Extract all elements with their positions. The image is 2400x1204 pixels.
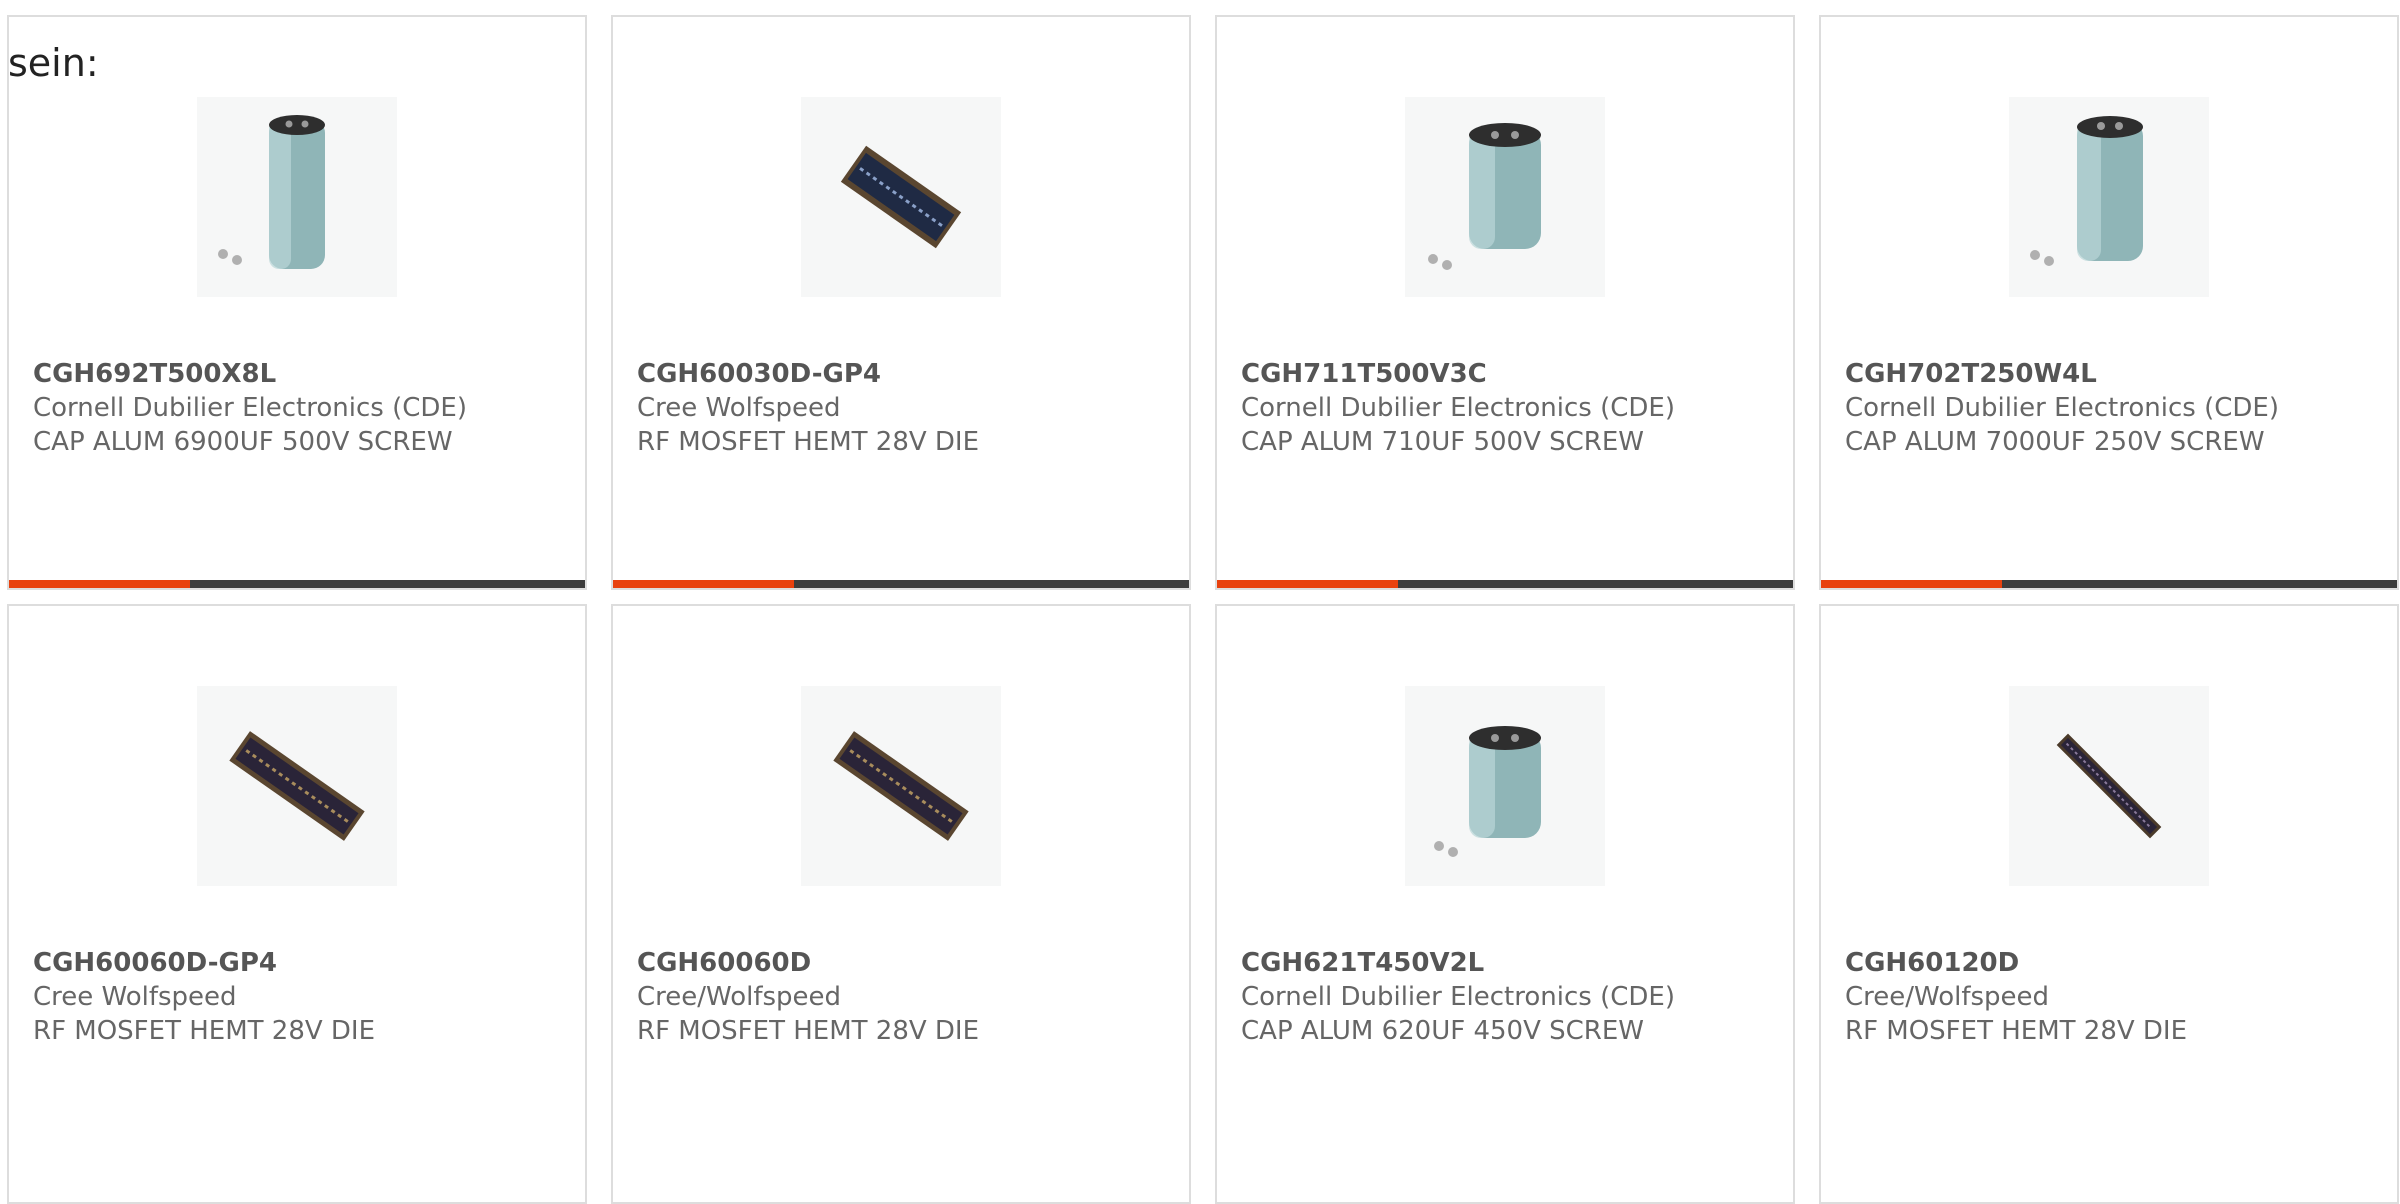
manufacturer: Cree/Wolfspeed [637, 982, 842, 1012]
description: CAP ALUM 710UF 500V SCREW [1241, 427, 1644, 457]
capacitor-icon[interactable] [1405, 686, 1605, 886]
part-number[interactable]: CGH711T500V3C [1241, 357, 1773, 391]
tall-capacitor-icon[interactable] [197, 97, 397, 297]
card-accent-bar [1217, 580, 1793, 588]
card-accent-bar [9, 580, 585, 588]
part-number[interactable]: CGH60120D [1845, 946, 2377, 980]
capacitor-icon[interactable] [2009, 97, 2209, 297]
description: CAP ALUM 6900UF 500V SCREW [33, 427, 453, 457]
product-card[interactable]: CGH60060D Cree/Wolfspeed RF MOSFET HEMT … [611, 604, 1191, 1204]
manufacturer: Cornell Dubilier Electronics (CDE) [1241, 393, 1675, 423]
product-card[interactable]: CGH692T500X8L Cornell Dubilier Electroni… [7, 15, 587, 590]
part-number[interactable]: CGH702T250W4L [1845, 357, 2377, 391]
product-card[interactable]: CGH621T450V2L Cornell Dubilier Electroni… [1215, 604, 1795, 1204]
card-accent-bar [613, 580, 1189, 588]
intro-text: sein: [8, 41, 99, 85]
product-card[interactable]: CGH60060D-GP4 Cree Wolfspeed RF MOSFET H… [7, 604, 587, 1204]
part-number[interactable]: CGH60030D-GP4 [637, 357, 1169, 391]
part-number[interactable]: CGH692T500X8L [33, 357, 565, 391]
manufacturer: Cree Wolfspeed [637, 393, 841, 423]
product-card[interactable]: CGH702T250W4L Cornell Dubilier Electroni… [1819, 15, 2399, 590]
description: CAP ALUM 7000UF 250V SCREW [1845, 427, 2265, 457]
part-number[interactable]: CGH60060D [637, 946, 1169, 980]
die-chip-icon[interactable] [801, 686, 1001, 886]
manufacturer: Cornell Dubilier Electronics (CDE) [1845, 393, 2279, 423]
die-chip-icon[interactable] [2009, 686, 2209, 886]
card-accent-bar [1821, 580, 2397, 588]
product-card[interactable]: CGH60030D-GP4 Cree Wolfspeed RF MOSFET H… [611, 15, 1191, 590]
description: RF MOSFET HEMT 28V DIE [1845, 1016, 2188, 1046]
description: RF MOSFET HEMT 28V DIE [33, 1016, 376, 1046]
part-number[interactable]: CGH60060D-GP4 [33, 946, 565, 980]
product-card[interactable]: CGH60120D Cree/Wolfspeed RF MOSFET HEMT … [1819, 604, 2399, 1204]
description: RF MOSFET HEMT 28V DIE [637, 427, 980, 457]
description: CAP ALUM 620UF 450V SCREW [1241, 1016, 1644, 1046]
product-card[interactable]: CGH711T500V3C Cornell Dubilier Electroni… [1215, 15, 1795, 590]
description: RF MOSFET HEMT 28V DIE [637, 1016, 980, 1046]
manufacturer: Cree/Wolfspeed [1845, 982, 2050, 1012]
manufacturer: Cornell Dubilier Electronics (CDE) [1241, 982, 1675, 1012]
die-chip-icon[interactable] [197, 686, 397, 886]
manufacturer: Cree Wolfspeed [33, 982, 237, 1012]
product-grid: CGH692T500X8L Cornell Dubilier Electroni… [0, 0, 2400, 1204]
part-number[interactable]: CGH621T450V2L [1241, 946, 1773, 980]
die-chip-icon[interactable] [801, 97, 1001, 297]
capacitor-icon[interactable] [1405, 97, 1605, 297]
manufacturer: Cornell Dubilier Electronics (CDE) [33, 393, 467, 423]
